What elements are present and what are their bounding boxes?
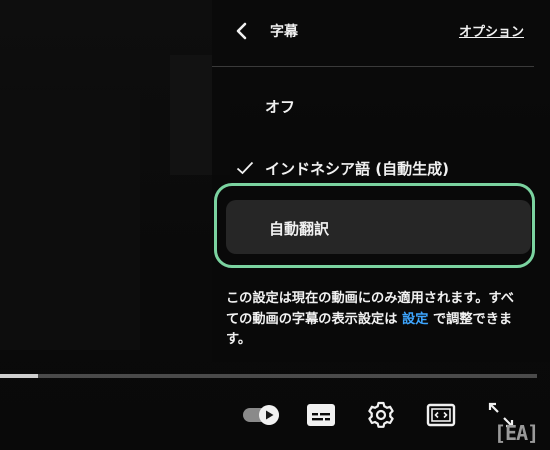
watermark-logo: [EA] (494, 421, 539, 445)
back-icon[interactable] (234, 22, 250, 40)
subtitles-panel: 字幕 オプション オフ インドネシア語 (自動生成) 自動翻訳 この設定は現在の… (212, 0, 550, 362)
menu-item-auto-translate[interactable]: 自動翻訳 (226, 200, 531, 254)
progress-played (0, 374, 38, 378)
settings-note: この設定は現在の動画にのみ適用されます。すべての動画の字幕の表示設定は 設定 で… (226, 289, 526, 351)
check-icon (236, 161, 254, 175)
gear-icon[interactable] (366, 400, 396, 430)
panel-title: 字幕 (270, 24, 298, 40)
menu-item-off[interactable]: オフ (212, 84, 550, 128)
settings-link[interactable]: 設定 (402, 312, 428, 327)
progress-bar[interactable] (0, 374, 537, 378)
menu-item-label: インドネシア語 (自動生成) (265, 160, 449, 178)
divider (212, 66, 534, 67)
panel-header: 字幕 オプション (212, 0, 550, 62)
highlight-outline: 自動翻訳 (214, 183, 535, 268)
menu-item-label: 自動翻訳 (269, 220, 330, 238)
theater-mode-icon[interactable] (426, 402, 456, 428)
video-frame-shape (0, 90, 140, 350)
options-link[interactable]: オプション (459, 21, 524, 40)
autoplay-toggle[interactable] (242, 404, 280, 426)
menu-item-label: オフ (265, 98, 296, 116)
subtitles-icon[interactable] (306, 402, 336, 428)
